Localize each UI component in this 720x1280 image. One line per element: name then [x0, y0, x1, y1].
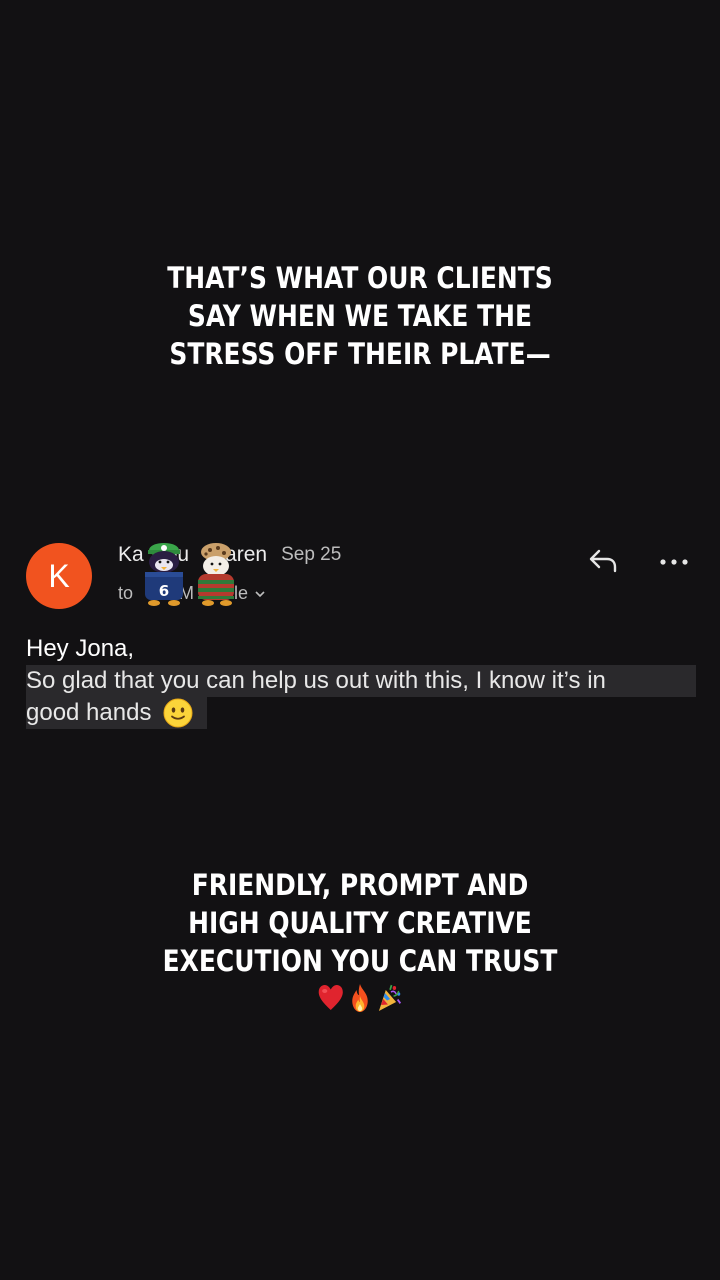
penguin-sticker-icon [198, 543, 234, 606]
caption-line: HIGH QUALITY CREATIVE [188, 906, 532, 940]
sticker-overlay: 6 [134, 542, 246, 608]
more-options-icon [659, 553, 689, 571]
chevron-down-icon[interactable] [254, 583, 266, 604]
email-body: So glad that you can help us out with th… [26, 665, 696, 729]
red-heart-emoji [317, 982, 345, 1014]
email-greeting: Hey Jona, [26, 635, 135, 662]
reply-icon [587, 548, 619, 579]
slightly-smiling-face-emoji [163, 698, 193, 728]
caption-line: THAT’S WHAT OUR CLIENTS [167, 261, 553, 295]
email-date: Sep 25 [281, 544, 342, 565]
avatar[interactable]: K [26, 543, 92, 609]
more-options-button[interactable] [654, 548, 694, 576]
email-body-line-2: good hands [26, 697, 208, 729]
fire-emoji [346, 982, 374, 1014]
caption-line: FRIENDLY, PROMPT AND [191, 868, 529, 902]
email-body-line: good hands [26, 699, 152, 726]
party-popper-emoji [375, 982, 403, 1014]
caption-bottom: FRIENDLY, PROMPT AND HIGH QUALITY CREATI… [50, 866, 669, 1014]
to-label: to [118, 583, 134, 603]
avatar-letter: K [48, 557, 70, 594]
email-body-line: So glad that you can help us out with th… [26, 665, 696, 697]
caption-line: EXECUTION YOU CAN TRUST [162, 944, 558, 978]
reply-button[interactable] [584, 545, 622, 581]
caption-line: SAY WHEN WE TAKE THE [187, 299, 533, 333]
penguin-sticker-icon: 6 [145, 543, 183, 606]
caption-line: STRESS OFF THEIR PLATE— [169, 337, 551, 371]
svg-text:6: 6 [159, 582, 169, 600]
emoji-row [50, 982, 669, 1014]
caption-top: THAT’S WHAT OUR CLIENTS SAY WHEN WE TAKE… [50, 259, 669, 373]
